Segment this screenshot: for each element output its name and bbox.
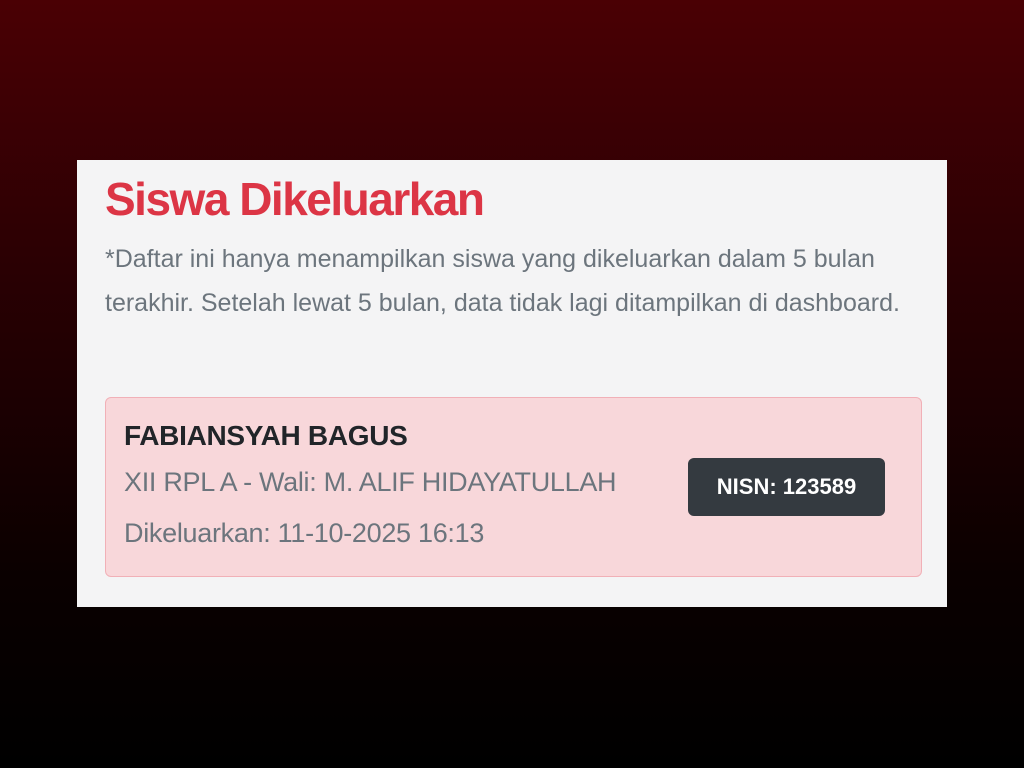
section-note: *Daftar ini hanya menampilkan siswa yang…	[105, 245, 900, 317]
student-expelled-date: Dikeluarkan: 11-10-2025 16:13	[124, 518, 485, 548]
student-card: FABIANSYAH BAGUS XII RPL A - Wali: M. AL…	[105, 397, 922, 577]
expelled-students-panel: Siswa Dikeluarkan *Daftar ini hanya mena…	[77, 160, 947, 607]
section-title: Siswa Dikeluarkan	[105, 173, 485, 225]
student-name: FABIANSYAH BAGUS	[124, 420, 408, 451]
nisn-badge: NISN: 123589	[688, 458, 885, 516]
